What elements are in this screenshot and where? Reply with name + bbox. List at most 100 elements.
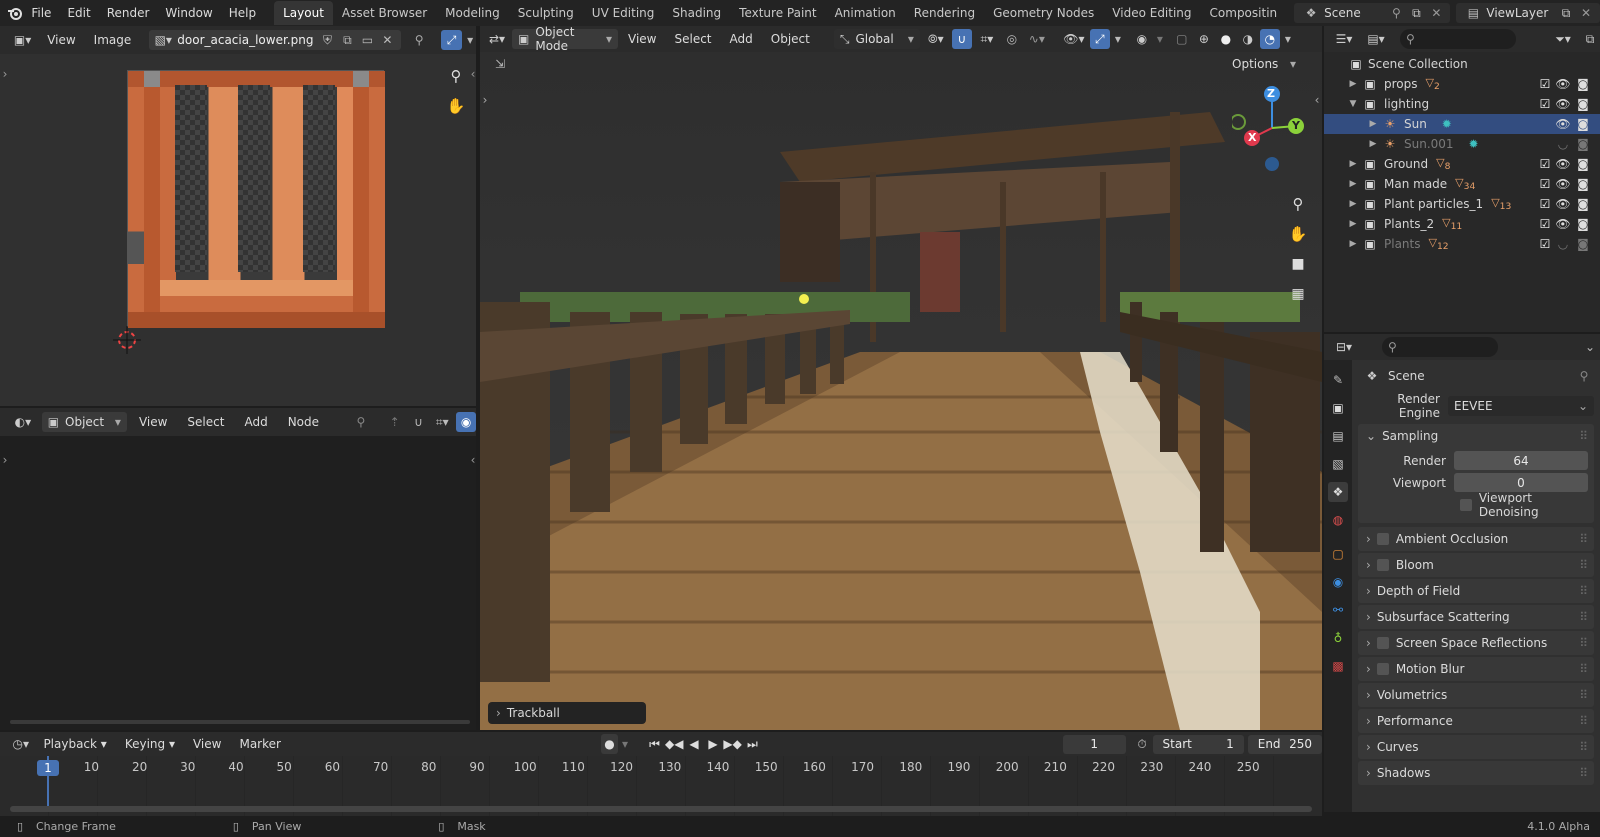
drag-handle-icon[interactable]: ⠿ (1579, 429, 1594, 443)
outliner-item[interactable]: ▶ ▣ Plants_2 ▽11 ☑ 👁 ◙ (1324, 214, 1600, 234)
camera-render-icon[interactable]: ◙ (1574, 234, 1592, 254)
exclude-checkbox[interactable]: ☑ (1538, 94, 1552, 114)
menu-view[interactable]: View (620, 27, 664, 51)
scene-collection-row[interactable]: ▣ Scene Collection (1324, 54, 1600, 74)
chevron-down-icon[interactable]: ▼ (1346, 94, 1360, 114)
menu-object[interactable]: Object (763, 27, 818, 51)
chevron-down-icon[interactable]: ▾ (1282, 29, 1294, 49)
navigation-gizmo[interactable]: Z X Y (1230, 82, 1312, 172)
material-shading-icon[interactable]: ◑ (1238, 29, 1258, 49)
chevron-right-icon[interactable]: ▶ (1366, 114, 1380, 134)
options-button[interactable]: Options ▾ (1226, 54, 1302, 74)
chevron-down-icon[interactable]: ⌄ (1580, 337, 1600, 357)
open-folder-icon[interactable]: ▭ (357, 30, 377, 50)
2d-cursor[interactable] (113, 326, 141, 354)
prev-keyframe-icon[interactable]: ◆◀ (665, 734, 683, 754)
world-tab-icon[interactable]: ◍ (1328, 510, 1348, 530)
grid-perspective-icon[interactable]: ▦ (1288, 284, 1308, 304)
outliner-item[interactable]: ▶ ▣ Plant particles_1 ▽13 ☑ 👁 ◙ (1324, 194, 1600, 214)
drag-handle-icon[interactable]: ⠿ (1579, 740, 1594, 754)
object-tab-icon[interactable]: ▢ (1328, 544, 1348, 564)
panel-enable-checkbox[interactable] (1376, 637, 1389, 649)
panel-screen-space-reflections[interactable]: › Screen Space Reflections ⠿ (1358, 631, 1594, 655)
fake-user-icon[interactable]: ⛨ (317, 30, 337, 50)
outliner-search-input[interactable]: ⚲ (1400, 29, 1516, 49)
tab-compositin[interactable]: Compositin (1201, 1, 1287, 25)
wireframe-shading-icon[interactable]: ⊕ (1194, 29, 1214, 49)
chevron-down-icon[interactable]: ▾ (1154, 29, 1166, 49)
close-icon[interactable]: ✕ (1576, 3, 1596, 23)
node-type-selector[interactable]: ▣ Object ▾ (41, 412, 127, 432)
panel-curves[interactable]: › Curves ⠿ (1358, 735, 1594, 759)
menu-edit[interactable]: Edit (59, 1, 98, 25)
drag-handle-icon[interactable]: ⠿ (1579, 636, 1594, 650)
record-icon[interactable]: ● (600, 734, 618, 754)
play-reverse-icon[interactable]: ◀ (686, 734, 703, 754)
exclude-checkbox[interactable]: ☑ (1538, 174, 1552, 194)
panel-performance[interactable]: › Performance ⠿ (1358, 709, 1594, 733)
panel-enable-checkbox[interactable] (1376, 559, 1389, 571)
panel-bloom[interactable]: › Bloom ⠿ (1358, 553, 1594, 577)
start-frame-field[interactable]: Start 1 (1152, 734, 1244, 754)
properties-search-input[interactable]: ⚲ (1382, 337, 1498, 357)
new-viewlayer-icon[interactable]: ⧉ (1556, 3, 1576, 23)
texture-tab-icon[interactable]: ▩ (1328, 656, 1348, 676)
tab-texture-paint[interactable]: Texture Paint (730, 1, 825, 25)
gizmo-icon[interactable]: ⤢ (1089, 29, 1110, 49)
overlay-icon[interactable]: ◉ (1132, 29, 1152, 49)
sampling-header[interactable]: ⌄ Sampling ⠿ (1358, 424, 1594, 448)
chevron-right-icon[interactable]: ▶ (1346, 174, 1360, 194)
uv-select-mode-icon[interactable]: ⤢ (440, 30, 463, 50)
playhead-marker[interactable]: 1 (37, 760, 59, 776)
menu-playback[interactable]: Playback ▾ (35, 732, 114, 756)
viewlayer-selector[interactable]: ▤ ViewLayer ⧉ ✕ (1456, 3, 1600, 23)
menu-view[interactable]: View (185, 732, 229, 756)
zoom-icon[interactable]: ⚲ (446, 66, 466, 86)
exclude-checkbox[interactable]: ☑ (1538, 234, 1552, 254)
pin-icon[interactable]: ⚲ (1386, 3, 1406, 23)
panel-enable-checkbox[interactable] (1376, 533, 1389, 545)
drag-handle-icon[interactable]: ⠿ (1579, 662, 1594, 676)
drag-handle-icon[interactable]: ⠿ (1579, 766, 1594, 780)
chevron-left-icon[interactable]: ‹ (468, 64, 478, 84)
output-tab-icon[interactable]: ▤ (1328, 426, 1348, 446)
camera-render-icon[interactable]: ◙ (1574, 74, 1592, 94)
blender-logo-icon[interactable] (6, 3, 23, 23)
camera-render-icon[interactable]: ◙ (1574, 154, 1592, 174)
visibility-icon[interactable]: 👁▾ (1060, 29, 1088, 49)
chevron-right-icon[interactable]: ▶ (1366, 134, 1380, 154)
editor-type-icon[interactable]: ☰▾ (1330, 29, 1358, 49)
exclude-checkbox[interactable]: ☑ (1538, 74, 1552, 94)
new-image-icon[interactable]: ⧉ (337, 30, 357, 50)
menu-render[interactable]: Render (99, 1, 158, 25)
exclude-checkbox[interactable]: ☑ (1538, 214, 1552, 234)
menu-select[interactable]: Select (179, 410, 232, 434)
parent-node-icon[interactable]: ⇡ (385, 412, 405, 432)
editor-type-icon[interactable]: ⊟▾ (1330, 337, 1358, 357)
tab-uv-editing[interactable]: UV Editing (583, 1, 664, 25)
viewport-denoising-checkbox[interactable] (1460, 499, 1472, 511)
menu-view[interactable]: View (131, 410, 175, 434)
image-selector[interactable]: ▧▾ door_acacia_lower.png ⛨ ⧉ ▭ ✕ (149, 30, 402, 50)
eye-icon[interactable]: 👁 (1554, 114, 1572, 134)
sampling-viewport-field[interactable]: 0 (1454, 473, 1588, 492)
close-icon[interactable]: ✕ (1426, 3, 1446, 23)
editor-type-icon[interactable]: ◐▾ (8, 412, 38, 432)
falloff-icon[interactable]: ∿▾ (1024, 29, 1050, 49)
outliner-item[interactable]: ▶ ☀ Sun.001 ✹ ◡ ◙ (1324, 134, 1600, 154)
scene-tab-icon[interactable]: ❖ (1328, 482, 1348, 502)
outliner-item[interactable]: ▶ ▣ Ground ▽8 ☑ 👁 ◙ (1324, 154, 1600, 174)
camera-render-icon[interactable]: ◙ (1574, 194, 1592, 214)
camera-render-icon[interactable]: ◙ (1574, 214, 1592, 234)
snap-icon[interactable]: ∪ (951, 29, 972, 49)
chevron-right-icon[interactable]: ▶ (1346, 154, 1360, 174)
timeline-scrollbar[interactable] (10, 806, 1312, 812)
current-frame-field[interactable]: 1 (1062, 734, 1126, 754)
chevron-right-icon[interactable]: ▶ (1346, 194, 1360, 214)
play-icon[interactable]: ▶ (704, 734, 721, 754)
chevron-left-icon[interactable]: ‹ (1312, 90, 1322, 110)
panel-depth-of-field[interactable]: › Depth of Field ⠿ (1358, 579, 1594, 603)
editor-type-icon[interactable]: ▣▾ (8, 30, 37, 50)
eye-closed-icon[interactable]: ◡ (1554, 234, 1572, 254)
editor-type-icon[interactable]: ◷▾ (8, 734, 33, 754)
